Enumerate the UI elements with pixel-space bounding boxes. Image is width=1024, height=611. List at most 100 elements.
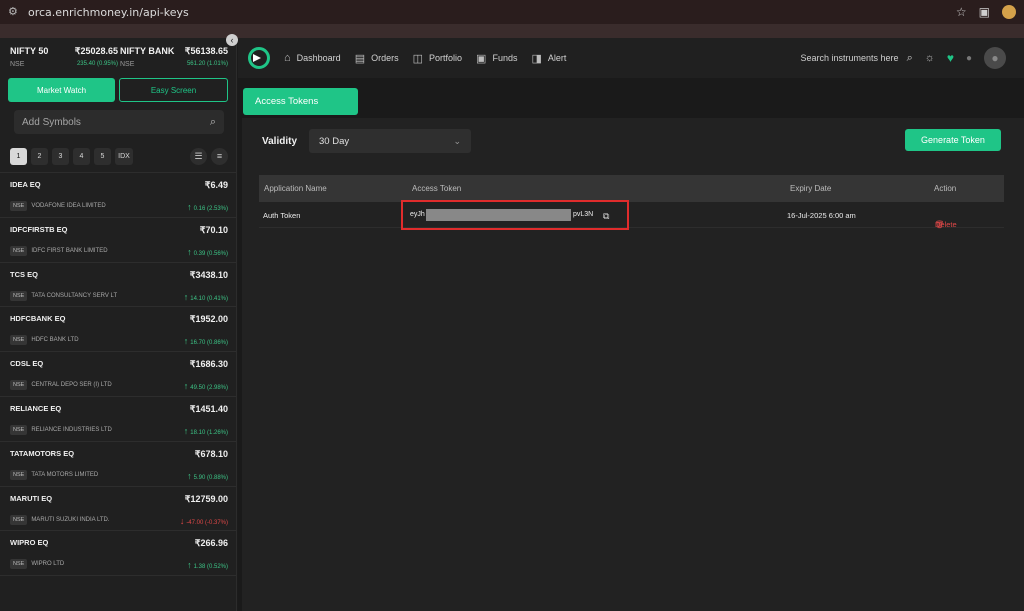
extensions-icon[interactable]: ▣: [979, 5, 990, 19]
watchlist: IDEA EQ ₹6.49 NSE VODAFONE IDEA LIMITED ↑ 0.…: [0, 172, 236, 577]
copy-icon[interactable]: ⧉: [603, 211, 609, 222]
expiry-cell: 16-Jul-2025 6:00 am: [787, 211, 856, 220]
site-settings-icon[interactable]: ⚙: [8, 6, 20, 18]
generate-token-button[interactable]: Generate Token: [905, 129, 1001, 151]
list-item[interactable]: RELIANCE EQ ₹1451.40 NSE RELIANCE INDUSTRI…: [0, 397, 236, 442]
search-icon[interactable]: ⌕: [907, 52, 913, 65]
watchlist-page-1[interactable]: 1: [10, 147, 27, 165]
nav-orders[interactable]: ▤ Orders: [355, 52, 399, 65]
health-heart-icon[interactable]: ♥: [947, 51, 954, 65]
nav-right-tools: Search instruments here ⌕ ☼ ♥ ● ●: [801, 47, 1024, 69]
price: ₹3438.10: [189, 269, 228, 280]
nav-portfolio[interactable]: ◫ Portfolio: [413, 52, 462, 65]
company-name: MARUTI SUZUKI INDIA LTD.: [31, 516, 110, 523]
watchlist-page-5[interactable]: 5: [94, 147, 111, 165]
arrow-up-icon: ↑: [183, 381, 189, 392]
column-header: Access Token: [412, 184, 462, 193]
index-ticker-row: NIFTY 50 ₹25028.65 NSE 235.40 (0.95%) NIFT…: [0, 38, 236, 72]
notification-bell-icon[interactable]: ●: [966, 53, 972, 64]
tab-easy-screen[interactable]: Easy Screen: [119, 78, 228, 102]
nav-label: Portfolio: [429, 53, 463, 63]
price: ₹678.10: [194, 448, 228, 459]
instrument-search[interactable]: Search instruments here ⌕: [801, 52, 913, 65]
token-prefix: eyJh: [410, 211, 425, 218]
browser-frame-separator: [0, 24, 1024, 38]
nav-label: Dashboard: [296, 53, 341, 63]
company-name: IDFC FIRST BANK LIMITED: [31, 247, 108, 254]
sort-icon[interactable]: ≡: [211, 147, 228, 165]
list-item[interactable]: TATAMOTORS EQ ₹678.10 NSE TATA MOTORS LIMI…: [0, 442, 236, 487]
price-change: 1.38 (0.52%): [193, 564, 228, 571]
price: ₹12759.00: [184, 493, 228, 504]
arrow-up-icon: ↑: [183, 336, 189, 347]
list-view-icon[interactable]: ☰: [190, 147, 207, 165]
index-value: ₹56138.65: [184, 46, 228, 56]
symbol: TATAMOTORS EQ: [10, 448, 75, 458]
app-root: ⚙ orca.enrichmoney.in/api-keys ☆ ▣ ‹ NIF…: [0, 0, 1024, 611]
view-toggle-icons: ☰ ≡: [190, 147, 228, 165]
list-item[interactable]: HDFCBANK EQ ₹1952.00 NSE HDFC BANK LTD ↑ 16.…: [0, 307, 236, 353]
validity-value: 30 Day: [319, 135, 350, 147]
index-nifty50[interactable]: NIFTY 50 ₹25028.65 NSE 235.40 (0.95%): [10, 46, 118, 72]
index-change: 235.40 (0.95%): [76, 61, 118, 67]
index-name: NIFTY BANK: [120, 46, 175, 56]
price-change: 18.10 (1.26%): [190, 429, 228, 436]
app-logo-icon[interactable]: [248, 47, 270, 69]
app-name-cell: Auth Token: [263, 211, 301, 220]
tab-access-tokens[interactable]: Access Tokens: [243, 88, 358, 115]
list-item[interactable]: CDSL EQ ₹1686.30 NSE CENTRAL DEPO SER (I) …: [0, 352, 236, 397]
theme-toggle-icon[interactable]: ☼: [925, 52, 935, 64]
nav-label: Orders: [371, 53, 399, 63]
index-exchange: NSE: [10, 61, 25, 68]
column-header: Action: [934, 184, 957, 193]
list-item[interactable]: MARUTI EQ ₹12759.00 NSE MARUTI SUZUKI INDI…: [0, 487, 236, 532]
validity-select[interactable]: 30 Day ⌄: [309, 129, 472, 153]
watchlist-page-4[interactable]: 4: [73, 147, 90, 165]
browser-right-icons: ☆ ▣: [956, 5, 1016, 19]
table-row: Auth Token eyJh pvL3N ⧉ 16-Jul-2025 6:00…: [259, 200, 1004, 230]
nav-funds[interactable]: ▣ Funds: [476, 52, 517, 65]
price-change: 49.50 (2.98%): [190, 385, 228, 392]
company-name: TATA MOTORS LIMITED: [31, 471, 99, 478]
list-item[interactable]: WIPRO EQ ₹266.96 NSE WIPRO LTD ↑ 1.38 (0.52%…: [0, 531, 236, 577]
user-avatar[interactable]: ●: [984, 47, 1006, 69]
nav-dashboard[interactable]: ⌂ Dashboard: [284, 52, 341, 64]
tab-market-watch[interactable]: Market Watch: [8, 78, 115, 102]
arrow-up-icon: ↑: [187, 560, 192, 571]
token-suffix: pvL3N: [573, 211, 594, 218]
arrow-up-icon: ↑: [183, 291, 189, 302]
search-icon[interactable]: ⌕: [210, 116, 216, 129]
add-symbols-input[interactable]: [22, 116, 210, 128]
validity-row: Validity 30 Day ⌄: [262, 129, 472, 153]
price: ₹1686.30: [189, 359, 228, 370]
price: ₹1952.00: [189, 314, 228, 325]
watchlist-page-2[interactable]: 2: [31, 147, 48, 165]
sidebar-tabs: Market Watch Easy Screen: [0, 72, 236, 108]
url-text[interactable]: orca.enrichmoney.in/api-keys: [28, 6, 189, 19]
exchange-badge: NSE: [10, 290, 28, 301]
list-item[interactable]: TCS EQ ₹3438.10 NSE TATA CONSULTANCY SERV …: [0, 263, 236, 308]
home-icon: ⌂: [284, 52, 291, 64]
alert-icon: ◨: [531, 52, 542, 65]
list-item[interactable]: IDEA EQ ₹6.49 NSE VODAFONE IDEA LIMITED ↑ 0.…: [0, 173, 236, 218]
symbol: HDFCBANK EQ: [10, 314, 66, 324]
symbol: MARUTI EQ: [10, 493, 53, 503]
list-item[interactable]: IDFCFIRSTB EQ ₹70.10 NSE IDFC FIRST BANK L…: [0, 218, 236, 263]
profile-icon[interactable]: [1002, 5, 1016, 19]
nav-alert[interactable]: ◨ Alert: [531, 52, 566, 65]
tokens-table-header: Application Name Access Token Expiry Dat…: [259, 175, 1004, 202]
token-redaction-mask: [426, 209, 571, 221]
price-change: 14.10 (0.41%): [190, 295, 228, 302]
browser-address-bar: ⚙ orca.enrichmoney.in/api-keys ☆ ▣: [0, 0, 1024, 24]
collapse-sidebar-icon[interactable]: ‹: [226, 34, 238, 46]
index-niftybank[interactable]: NIFTY BANK ₹56138.65 NSE 561.20 (1.01%): [120, 46, 228, 72]
symbol: IDEA EQ: [10, 180, 41, 189]
price-change: 0.16 (2.53%): [193, 206, 228, 212]
star-icon[interactable]: ☆: [956, 5, 967, 19]
price: ₹1451.40: [189, 403, 228, 414]
watchlist-page-idx[interactable]: IDX: [115, 147, 133, 165]
validity-label: Validity: [262, 135, 298, 147]
arrow-down-icon: ↓: [179, 515, 185, 526]
watchlist-page-3[interactable]: 3: [52, 147, 69, 165]
exchange-badge: NSE: [10, 424, 28, 435]
